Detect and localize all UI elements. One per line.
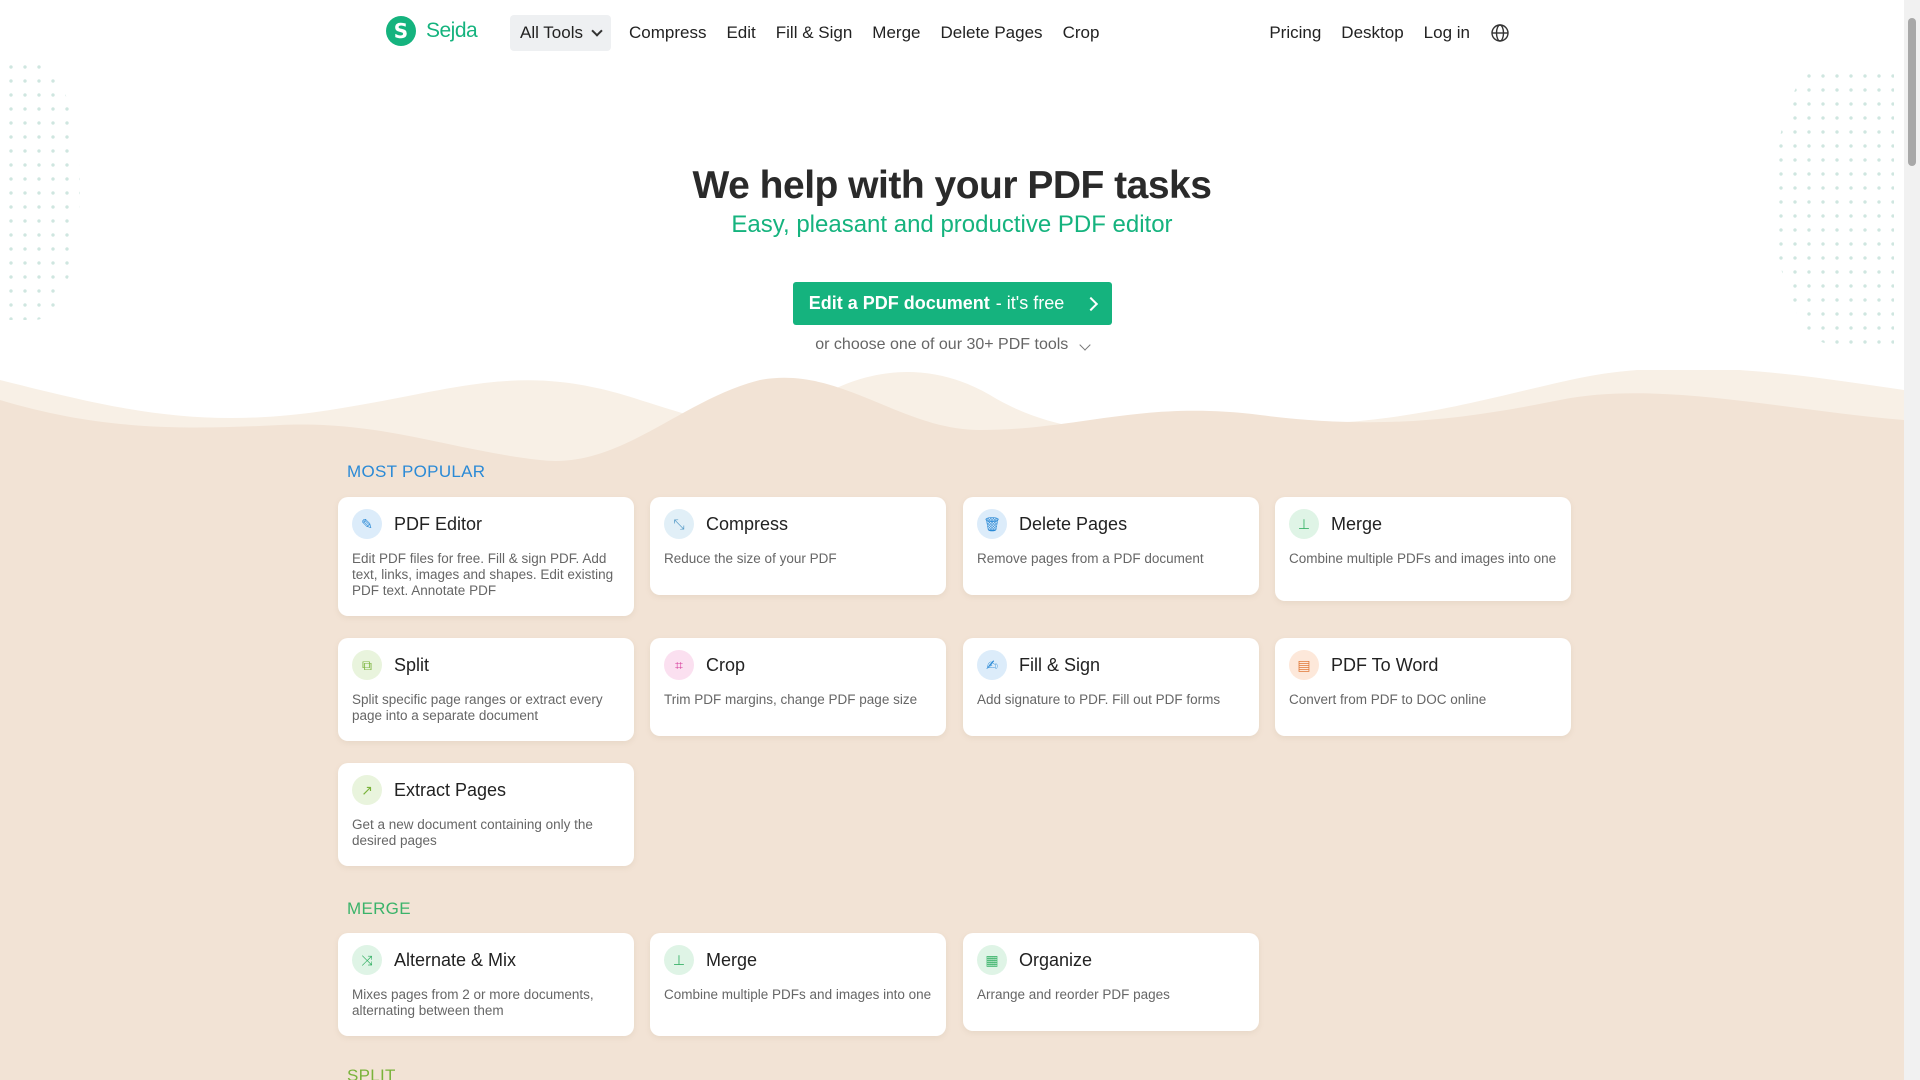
card-description: Arrange and reorder PDF pages [977, 987, 1170, 1002]
card-title: Crop [706, 654, 746, 675]
merge-icon: ⊥ [664, 945, 694, 975]
card-description: Mixes pages from 2 or more documents, al… [352, 987, 594, 1018]
organize-icon: ▦ [977, 945, 1007, 975]
card-title: Split [394, 654, 430, 675]
all-tools-label: All Tools [520, 23, 583, 42]
tool-card-compress[interactable]: ⤡ Compress Reduce the size of your PDF [650, 497, 946, 595]
card-description: Split specific page ranges or extract ev… [352, 692, 603, 723]
card-title: PDF To Word [1331, 654, 1439, 675]
card-title: PDF Editor [394, 513, 483, 534]
secondary-nav: Pricing Desktop Log in [1259, 15, 1520, 51]
extract-icon: ↗ [352, 775, 382, 805]
main-nav: All Tools Compress Edit Fill & Sign Merg… [510, 15, 1109, 51]
compress-icon: ⤡ [664, 509, 694, 539]
nav-delete-pages[interactable]: Delete Pages [930, 15, 1052, 51]
tool-card-merge-section[interactable]: ⊥ Merge Combine multiple PDFs and images… [650, 933, 946, 1036]
merge-icon: ⊥ [1289, 509, 1319, 539]
section-title-split: SPLIT [347, 1066, 396, 1080]
trash-icon: 🗑 [977, 509, 1007, 539]
tool-card-split[interactable]: ⧉ Split Split specific page ranges or ex… [338, 638, 634, 741]
card-title: Compress [706, 513, 789, 534]
nav-edit[interactable]: Edit [716, 15, 765, 51]
pencil-icon: ✎ [352, 509, 382, 539]
tools-content: MOST POPULAR ✎ PDF Editor Edit PDF files… [0, 0, 1904, 1080]
shuffle-icon: ⤨ [352, 945, 382, 975]
card-title: Delete Pages [1019, 513, 1128, 534]
section-title-most-popular: MOST POPULAR [347, 462, 486, 481]
vertical-scrollbar[interactable] [1904, 0, 1920, 1080]
card-description: Combine multiple PDFs and images into on… [1289, 551, 1557, 566]
top-navbar: S Sejda All Tools Compress Edit Fill & S… [0, 0, 1904, 64]
tool-card-merge[interactable]: ⊥ Merge Combine multiple PDFs and images… [1275, 497, 1571, 601]
card-description: Trim PDF margins, change PDF page size [664, 692, 918, 707]
card-title: Merge [1331, 513, 1383, 534]
card-description: Reduce the size of your PDF [664, 551, 837, 566]
tool-card-pdf-editor[interactable]: ✎ PDF Editor Edit PDF files for free. Fi… [338, 497, 634, 616]
sejda-logo[interactable]: S Sejda [386, 16, 478, 46]
logo-text: Sejda [426, 19, 478, 42]
card-title: Organize [1019, 949, 1093, 970]
tool-card-fill-sign[interactable]: ✍ Fill & Sign Add signature to PDF. Fill… [963, 638, 1259, 736]
signature-icon: ✍ [977, 650, 1007, 680]
tool-card-delete-pages[interactable]: 🗑 Delete Pages Remove pages from a PDF d… [963, 497, 1259, 595]
globe-icon[interactable] [1480, 15, 1520, 51]
sejda-logo-icon: S [386, 16, 416, 46]
card-description: Add signature to PDF. Fill out PDF forms [977, 692, 1221, 707]
card-description: Combine multiple PDFs and images into on… [664, 987, 932, 1002]
nav-crop[interactable]: Crop [1053, 15, 1110, 51]
nav-compress[interactable]: Compress [619, 15, 716, 51]
nav-login[interactable]: Log in [1414, 15, 1480, 51]
tool-card-alternate-mix[interactable]: ⤨ Alternate & Mix Mixes pages from 2 or … [338, 933, 634, 1036]
card-description: Remove pages from a PDF document [977, 551, 1204, 566]
word-doc-icon: ▤ [1289, 650, 1319, 680]
nav-fill-sign[interactable]: Fill & Sign [766, 15, 863, 51]
card-title: Merge [706, 949, 758, 970]
card-description: Edit PDF files for free. Fill & sign PDF… [352, 551, 614, 598]
split-icon: ⧉ [352, 650, 382, 680]
nav-desktop[interactable]: Desktop [1331, 15, 1413, 51]
crop-icon: ⌗ [664, 650, 694, 680]
nav-merge[interactable]: Merge [862, 15, 930, 51]
scrollbar-thumb[interactable] [1908, 18, 1916, 166]
card-title: Extract Pages [394, 779, 507, 800]
nav-pricing[interactable]: Pricing [1259, 15, 1331, 51]
all-tools-dropdown[interactable]: All Tools [510, 15, 611, 51]
card-description: Convert from PDF to DOC online [1289, 692, 1487, 707]
tool-card-pdf-to-word[interactable]: ▤ PDF To Word Convert from PDF to DOC on… [1275, 638, 1571, 736]
card-title: Fill & Sign [1019, 654, 1101, 675]
tool-card-extract-pages[interactable]: ↗ Extract Pages Get a new document conta… [338, 763, 634, 866]
tool-card-crop[interactable]: ⌗ Crop Trim PDF margins, change PDF page… [650, 638, 946, 736]
card-description: Get a new document containing only the d… [352, 817, 593, 848]
card-title: Alternate & Mix [394, 949, 517, 970]
section-title-merge: MERGE [347, 899, 411, 918]
chevron-down-icon [591, 24, 603, 37]
tool-card-organize[interactable]: ▦ Organize Arrange and reorder PDF pages [963, 933, 1259, 1031]
